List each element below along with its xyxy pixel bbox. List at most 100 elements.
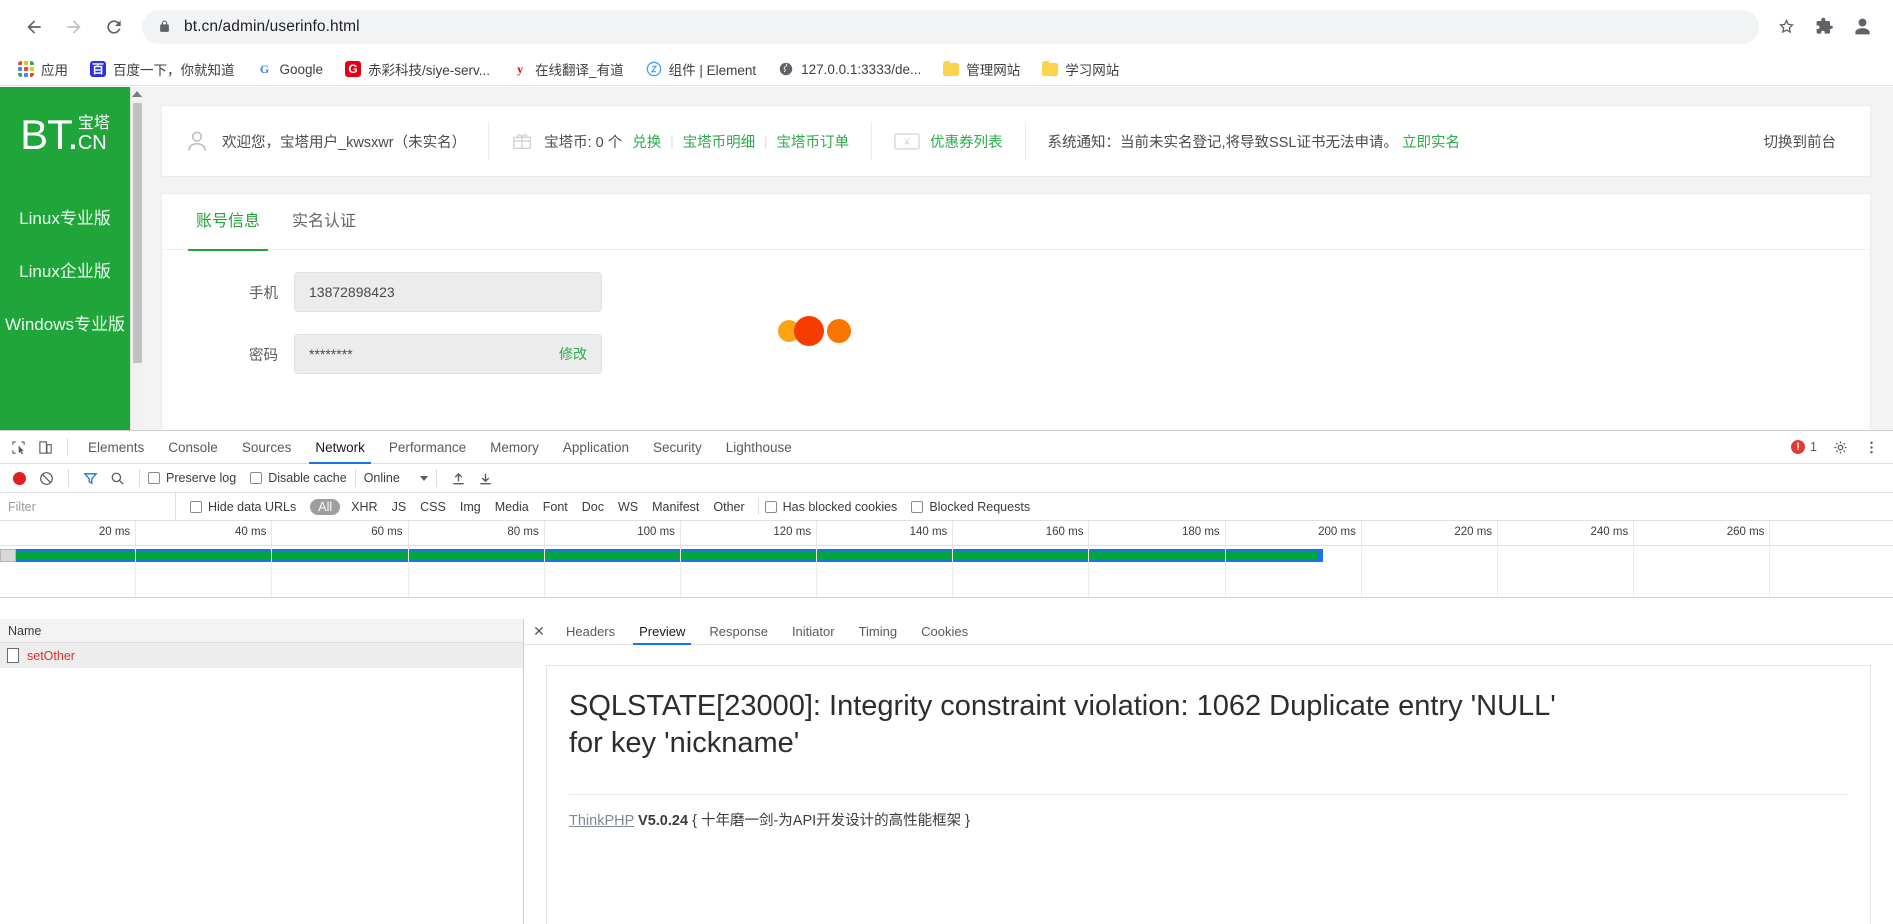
toolbar-divider	[68, 469, 69, 487]
filter-type-ws[interactable]: WS	[611, 500, 645, 514]
sidebar-item-linux-pro[interactable]: Linux专业版	[0, 190, 130, 243]
tab-network[interactable]: Network	[303, 431, 377, 464]
checkbox-box	[148, 472, 160, 484]
tab-security[interactable]: Security	[641, 431, 714, 464]
preserve-log-checkbox[interactable]: Preserve log	[148, 471, 236, 485]
throttling-select[interactable]: Online	[364, 471, 428, 485]
tab-sources[interactable]: Sources	[230, 431, 304, 464]
tab-account-info[interactable]: 账号信息	[180, 194, 276, 251]
filter-type-js[interactable]: JS	[385, 500, 414, 514]
tab-lighthouse[interactable]: Lighthouse	[714, 431, 804, 464]
coin-detail-link[interactable]: 宝塔币明细	[683, 131, 756, 152]
filter-type-doc[interactable]: Doc	[575, 500, 611, 514]
bookmark-localhost[interactable]: 127.0.0.1:3333/de...	[770, 58, 929, 80]
filter-type-manifest[interactable]: Manifest	[645, 500, 706, 514]
scrollbar-thumb[interactable]	[133, 103, 142, 363]
coin-order-link[interactable]: 宝塔币订单	[777, 131, 850, 152]
bookmark-folder-admin[interactable]: 管理网站	[935, 56, 1028, 82]
search-icon[interactable]	[104, 465, 131, 491]
bookmark-label: 赤彩科技/siye-serv...	[368, 63, 491, 78]
record-button[interactable]	[6, 465, 33, 491]
filter-type-font[interactable]: Font	[536, 500, 575, 514]
bookmark-gitee[interactable]: G 赤彩科技/siye-serv...	[337, 56, 498, 82]
tab-elements[interactable]: Elements	[76, 431, 156, 464]
back-arrow-icon[interactable]	[14, 7, 54, 47]
error-icon: !	[1791, 440, 1806, 454]
filter-placeholder: Filter	[8, 499, 36, 514]
timeline-tick: 180 ms	[1089, 521, 1226, 545]
network-overview[interactable]	[0, 546, 1893, 598]
modify-password-link[interactable]: 修改	[559, 344, 587, 364]
phone-row: 手机 13872898423	[162, 272, 1870, 312]
export-har-icon[interactable]	[472, 465, 499, 491]
verify-now-link[interactable]: 立即实名	[1402, 131, 1460, 152]
phone-input[interactable]: 13872898423	[294, 272, 602, 312]
filter-type-img[interactable]: Img	[453, 500, 488, 514]
timeline-tick: 40 ms	[136, 521, 273, 545]
devtools-panel: Elements Console Sources Network Perform…	[0, 430, 1893, 924]
checkbox-box	[764, 500, 777, 513]
switch-to-frontend-link[interactable]: 切换到前台	[1764, 131, 1871, 152]
overview-gridline	[1498, 546, 1635, 597]
tab-console[interactable]: Console	[156, 431, 230, 464]
scroll-up-arrow-icon[interactable]	[132, 91, 142, 97]
address-bar[interactable]: bt.cn/admin/userinfo.html	[142, 9, 1759, 44]
settings-gear-icon[interactable]	[1827, 434, 1854, 460]
page-viewport: BT. 宝塔 CN Linux专业版 Linux企业版 Windows专业版 欢…	[0, 87, 1893, 449]
tab-preview[interactable]: Preview	[627, 619, 697, 645]
tab-application[interactable]: Application	[551, 431, 641, 464]
device-toolbar-icon[interactable]	[32, 434, 59, 460]
filter-type-css[interactable]: CSS	[413, 500, 453, 514]
inspect-element-icon[interactable]	[5, 434, 32, 460]
overview-gridline	[136, 546, 273, 597]
reload-icon[interactable]	[94, 7, 134, 47]
bt-main-content: 欢迎您，宝塔用户_kwsxwr （未实名） 宝塔币: 0 个 兑换 | 宝塔币明…	[143, 87, 1893, 449]
disable-cache-checkbox[interactable]: Disable cache	[250, 471, 347, 485]
tab-initiator[interactable]: Initiator	[780, 619, 847, 645]
has-blocked-cookies-checkbox[interactable]: Has blocked cookies	[764, 500, 897, 514]
forward-arrow-icon[interactable]	[54, 7, 94, 47]
sidebar-item-linux-enterprise[interactable]: Linux企业版	[0, 243, 130, 296]
extensions-puzzle-icon[interactable]	[1807, 10, 1841, 44]
timeline-tick: 220 ms	[1362, 521, 1499, 545]
user-avatar-icon	[184, 128, 210, 154]
more-options-icon[interactable]	[1858, 434, 1885, 460]
tab-performance[interactable]: Performance	[377, 431, 478, 464]
blocked-requests-checkbox[interactable]: Blocked Requests	[911, 500, 1030, 514]
filter-type-all[interactable]: All	[310, 498, 341, 515]
filter-type-media[interactable]: Media	[488, 500, 536, 514]
document-icon	[7, 648, 19, 663]
filter-type-xhr[interactable]: XHR	[344, 500, 384, 514]
filter-input[interactable]: Filter	[0, 493, 176, 520]
clear-network-log-icon[interactable]	[33, 465, 60, 491]
bookmark-star-icon[interactable]	[1769, 10, 1803, 44]
profile-avatar-icon[interactable]	[1845, 10, 1879, 44]
tab-memory[interactable]: Memory	[478, 431, 551, 464]
bookmark-baidu[interactable]: 百 百度一下，你就知道	[82, 56, 243, 82]
bookmark-folder-study[interactable]: 学习网站	[1034, 56, 1127, 82]
bookmark-google[interactable]: G Google	[249, 58, 332, 80]
timeline-tick: 240 ms	[1498, 521, 1635, 545]
tab-timing[interactable]: Timing	[847, 619, 910, 645]
bookmark-youdao[interactable]: y 在线翻译_有道	[504, 56, 632, 82]
close-icon[interactable]: ✕	[524, 623, 554, 640]
hide-data-urls-checkbox[interactable]: Hide data URLs	[190, 500, 296, 514]
sidebar-item-windows-pro[interactable]: Windows专业版	[0, 296, 130, 349]
bookmark-element[interactable]: 组件 | Element	[638, 56, 765, 82]
coupon-list-link[interactable]: 优惠券列表	[930, 131, 1003, 152]
table-row[interactable]: setOther	[0, 643, 523, 668]
filter-type-other[interactable]: Other	[706, 500, 751, 514]
import-har-icon[interactable]	[445, 465, 472, 491]
page-scrollbar[interactable]	[130, 87, 143, 449]
thinkphp-link[interactable]: ThinkPHP	[569, 813, 634, 829]
coin-exchange-link[interactable]: 兑换	[632, 131, 661, 152]
tab-realname-auth[interactable]: 实名认证	[276, 194, 372, 250]
bookmark-apps[interactable]: 应用	[10, 56, 76, 82]
tab-headers[interactable]: Headers	[554, 619, 627, 645]
tab-response[interactable]: Response	[697, 619, 780, 645]
tab-cookies[interactable]: Cookies	[909, 619, 980, 645]
password-input[interactable]: ******** 修改	[294, 334, 602, 374]
error-count-badge[interactable]: ! 1	[1791, 440, 1817, 454]
filter-funnel-icon[interactable]	[77, 465, 104, 491]
checkbox-box	[250, 472, 263, 484]
